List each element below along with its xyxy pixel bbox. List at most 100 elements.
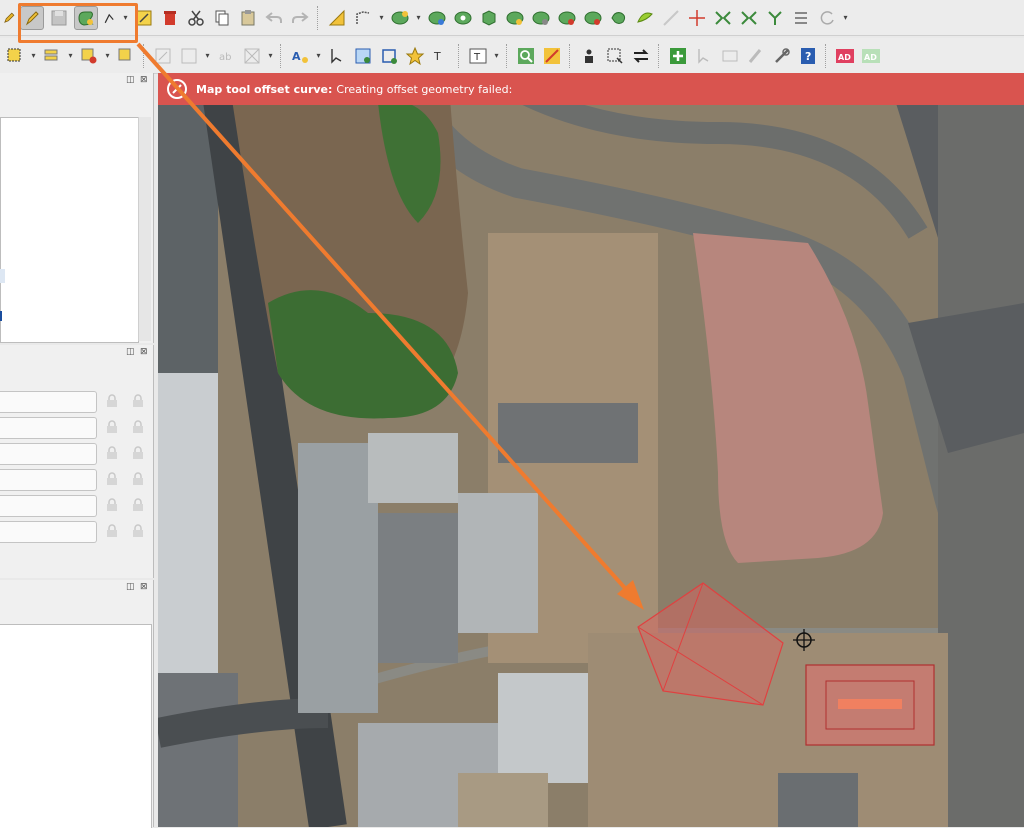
svg-text:T: T [433, 50, 441, 63]
close-icon[interactable]: ⊠ [140, 347, 148, 357]
lock-icon[interactable] [106, 420, 118, 434]
split-icon[interactable] [556, 7, 578, 29]
layer-tree-item[interactable] [0, 269, 5, 283]
lock-icon[interactable] [132, 394, 144, 408]
identify-icon[interactable] [515, 45, 537, 67]
digitizing-toolbar: ▾ ▾ ▾ ▾ [0, 0, 1024, 36]
text-annotation-icon[interactable]: T [467, 45, 489, 67]
lock-icon[interactable] [106, 498, 118, 512]
chevron-down-icon[interactable]: ▾ [67, 45, 74, 67]
processing-icon[interactable] [541, 45, 563, 67]
lock-icon[interactable] [132, 524, 144, 538]
simplify-icon[interactable] [352, 7, 374, 29]
attribute-field[interactable] [0, 469, 97, 491]
lock-icon[interactable] [106, 446, 118, 460]
label-icon[interactable] [241, 45, 263, 67]
snap-icon[interactable] [686, 7, 708, 29]
split-icon[interactable] [738, 7, 760, 29]
map-canvas[interactable] [158, 73, 1024, 827]
undo-panel: ◫ ⊠ [0, 580, 154, 828]
undo-list[interactable] [0, 624, 152, 828]
toolbar-separator [143, 43, 146, 68]
merge-icon[interactable] [764, 7, 786, 29]
label-icon[interactable]: ab [215, 45, 237, 67]
reshape-icon[interactable] [530, 7, 552, 29]
rotate-icon[interactable] [816, 7, 838, 29]
rotate-icon[interactable] [634, 7, 656, 29]
text-annotation-icon[interactable]: T [430, 45, 452, 67]
fill-ring-icon[interactable] [452, 7, 474, 29]
attribute-field[interactable] [0, 495, 97, 517]
plugins-icon[interactable] [693, 45, 715, 67]
help-icon[interactable]: ? [797, 45, 819, 67]
ad2-button[interactable]: AD [860, 45, 882, 67]
layer-tree[interactable] [0, 117, 139, 343]
close-icon[interactable]: ⊠ [140, 75, 148, 85]
chevron-down-icon[interactable]: ▾ [493, 45, 500, 67]
delete-part-icon[interactable] [504, 7, 526, 29]
trim-icon[interactable] [660, 7, 682, 29]
lock-icon[interactable] [106, 472, 118, 486]
lock-icon[interactable] [106, 394, 118, 408]
edit-pencil-icon[interactable] [2, 7, 16, 29]
attribute-field[interactable] [0, 443, 97, 465]
svg-text:AD: AD [838, 53, 851, 62]
float-panel-icon[interactable]: ◫ [126, 75, 135, 85]
add-ring-icon[interactable] [389, 7, 411, 29]
ad-button[interactable]: AD [834, 45, 856, 67]
pin-icon[interactable] [326, 45, 348, 67]
chevron-down-icon[interactable]: ▾ [267, 45, 274, 67]
rotate-icon[interactable] [790, 7, 812, 29]
label-icon[interactable] [178, 45, 200, 67]
delete-icon[interactable] [159, 7, 181, 29]
redo-icon[interactable] [289, 7, 311, 29]
merge-icon[interactable] [582, 7, 604, 29]
attribute-field[interactable] [0, 521, 97, 543]
attribute-field[interactable] [0, 391, 97, 413]
chevron-down-icon[interactable]: ▾ [378, 7, 385, 29]
label-icon[interactable] [152, 45, 174, 67]
chevron-down-icon[interactable]: ▾ [842, 7, 849, 29]
plugins-icon[interactable] [745, 45, 767, 67]
lock-icon[interactable] [106, 524, 118, 538]
add-part-icon[interactable] [426, 7, 448, 29]
label-icon[interactable]: A [289, 45, 311, 67]
svg-text:ab: ab [219, 52, 231, 63]
pin-icon[interactable] [378, 45, 400, 67]
select-icon[interactable] [4, 45, 26, 67]
chevron-down-icon[interactable]: ▾ [30, 45, 37, 67]
paste-icon[interactable] [237, 7, 259, 29]
chevron-down-icon[interactable]: ▾ [415, 7, 422, 29]
select-icon[interactable] [115, 45, 137, 67]
plugins-icon[interactable] [667, 45, 689, 67]
close-icon[interactable]: ⊠ [140, 582, 148, 592]
plugins-icon[interactable] [578, 45, 600, 67]
lock-icon[interactable] [132, 420, 144, 434]
delete-ring-icon[interactable] [478, 7, 500, 29]
undo-icon[interactable] [263, 7, 285, 29]
plugins-icon[interactable] [719, 45, 741, 67]
float-panel-icon[interactable]: ◫ [126, 582, 135, 592]
layer-tree-item[interactable] [0, 311, 2, 321]
copy-icon[interactable] [211, 7, 233, 29]
select-icon[interactable] [41, 45, 63, 67]
chevron-down-icon[interactable]: ▾ [315, 45, 322, 67]
plugins-icon[interactable] [630, 45, 652, 67]
measure-icon[interactable] [326, 7, 348, 29]
rotate-icon[interactable] [608, 7, 630, 29]
scrollbar[interactable] [138, 117, 151, 341]
chevron-down-icon[interactable]: ▾ [204, 45, 211, 67]
deselect-icon[interactable] [78, 45, 100, 67]
pin-icon[interactable] [352, 45, 374, 67]
attribute-field[interactable] [0, 417, 97, 439]
cut-icon[interactable] [185, 7, 207, 29]
lock-icon[interactable] [132, 472, 144, 486]
plugins-icon[interactable] [604, 45, 626, 67]
split-icon[interactable] [712, 7, 734, 29]
chevron-down-icon[interactable]: ▾ [104, 45, 111, 67]
float-panel-icon[interactable]: ◫ [126, 347, 135, 357]
lock-icon[interactable] [132, 446, 144, 460]
plugins-icon[interactable] [771, 45, 793, 67]
pin-icon[interactable] [404, 45, 426, 67]
lock-icon[interactable] [132, 498, 144, 512]
